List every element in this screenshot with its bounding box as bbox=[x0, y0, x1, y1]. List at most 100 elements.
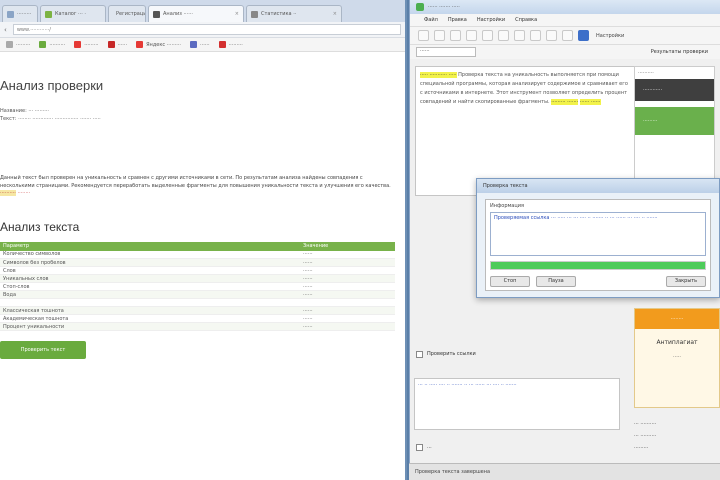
browser-tab[interactable]: Регистрация ··· × bbox=[108, 5, 146, 22]
dialog-title: Проверка текста bbox=[477, 179, 719, 193]
settings-icon[interactable] bbox=[578, 30, 589, 41]
bookmark-icon bbox=[39, 41, 47, 48]
browser-tab[interactable]: Статистика ·· × bbox=[246, 5, 342, 22]
table-cell: Академическая тошнота bbox=[0, 314, 300, 323]
bookmark-item[interactable]: ········· bbox=[218, 41, 243, 48]
side-panel: ·········· ············ ········· bbox=[634, 66, 715, 194]
table-cell bbox=[300, 298, 395, 307]
menu-item[interactable]: Правка bbox=[448, 17, 467, 23]
search-icon[interactable] bbox=[562, 30, 573, 41]
url-input[interactable]: www.············/ bbox=[12, 24, 401, 35]
browser-tab[interactable]: Каталог ··· · bbox=[40, 5, 106, 22]
table-cell bbox=[0, 298, 300, 307]
bookmark-item[interactable]: ········· bbox=[6, 41, 30, 48]
close-icon[interactable]: × bbox=[235, 11, 239, 22]
redo-icon[interactable] bbox=[530, 30, 541, 41]
browser-tab[interactable]: ········· bbox=[2, 5, 38, 22]
stats-table: Параметр Значение Количество символов ···… bbox=[0, 241, 395, 331]
mode-select[interactable]: ······ bbox=[416, 47, 476, 57]
tab-label: Анализ ······ bbox=[163, 11, 193, 17]
table-cell: Количество символов bbox=[0, 250, 300, 259]
bookmark-icon bbox=[190, 41, 198, 48]
table-row: Академическая тошнота ······ bbox=[0, 314, 395, 323]
list-item[interactable]: ········· bbox=[634, 442, 720, 454]
meta-line: Название: ··· ········· bbox=[0, 108, 50, 114]
menu-item[interactable]: Настройки bbox=[477, 17, 505, 23]
app-logo-icon bbox=[416, 3, 424, 11]
print-icon[interactable] bbox=[546, 30, 557, 41]
tab-label: ········· bbox=[17, 11, 32, 17]
list-item[interactable]: ··· ·········· bbox=[634, 430, 720, 442]
bookmark-label: Яндекс ········· bbox=[146, 41, 182, 48]
table-cell: Вода bbox=[0, 290, 300, 299]
promo-box: ········ Антиплагиат ····· bbox=[634, 308, 720, 408]
table-cell: ······ bbox=[300, 282, 395, 291]
check-text-button[interactable]: Проверить текст bbox=[0, 341, 86, 359]
bookmark-item[interactable]: ······ bbox=[107, 41, 127, 48]
results-tab[interactable]: Результаты проверки bbox=[651, 49, 708, 55]
open-file-icon[interactable] bbox=[434, 30, 445, 41]
check-links-checkbox[interactable] bbox=[416, 350, 423, 358]
bookmark-item[interactable]: ········· bbox=[74, 41, 99, 48]
green-banner[interactable]: ········· bbox=[635, 107, 714, 135]
promo-date: ····· bbox=[673, 354, 681, 360]
table-cell: Символов без пробелов bbox=[0, 258, 300, 267]
bookmark-label: ········· bbox=[84, 41, 99, 48]
table-cell: ······ bbox=[300, 258, 395, 267]
table-header: Значение bbox=[300, 241, 395, 251]
table-cell: ······ bbox=[300, 266, 395, 275]
progress-bar bbox=[490, 261, 706, 270]
copy-icon[interactable] bbox=[482, 30, 493, 41]
meta-line: Текст: ········ ············· ··········… bbox=[0, 116, 101, 122]
list-item[interactable]: ··· ·········· bbox=[634, 418, 720, 430]
back-arrow-icon[interactable]: ‹ bbox=[4, 26, 7, 34]
menu-bar: Файл Правка Настройки Справка bbox=[410, 14, 720, 27]
bookmark-item[interactable]: ·········· bbox=[39, 41, 65, 48]
bookmark-icon bbox=[74, 41, 82, 48]
cut-icon[interactable] bbox=[466, 30, 477, 41]
analysis-paragraph: Данный текст был проверен на уникальност… bbox=[0, 175, 395, 198]
close-button[interactable]: Закрыть bbox=[666, 276, 706, 287]
tab-label: Каталог ··· · bbox=[55, 11, 87, 17]
browser-tab-strip: ········· Каталог ··· · Регистрация ··· … bbox=[0, 0, 405, 22]
paste-icon[interactable] bbox=[498, 30, 509, 41]
bookmarks-bar: ········· ·········· ········· ······ Ян… bbox=[0, 38, 405, 52]
table-cell: Уникальных слов bbox=[0, 274, 300, 283]
pause-button[interactable]: Пауза bbox=[536, 276, 576, 287]
browser-tab-active[interactable]: Анализ ······ × bbox=[148, 5, 244, 22]
bookmark-icon bbox=[136, 41, 144, 48]
table-cell: ······ bbox=[300, 306, 395, 315]
paragraph-text: Данный текст был проверен на уникальност… bbox=[0, 175, 391, 189]
bookmark-icon bbox=[107, 41, 115, 48]
status-bar: Проверка текста завершена bbox=[409, 463, 720, 480]
table-cell: ······ bbox=[300, 314, 395, 323]
dark-banner[interactable]: ············ bbox=[635, 79, 714, 101]
table-cell: Стоп-слов bbox=[0, 282, 300, 291]
text-editor[interactable]: ····· ··········· ····· Проверка текста … bbox=[415, 66, 637, 196]
browser-window: ········· Каталог ··· · Регистрация ··· … bbox=[0, 0, 407, 480]
lower-checkbox[interactable] bbox=[416, 444, 423, 451]
bookmark-item[interactable]: Яндекс ········· bbox=[136, 41, 181, 48]
table-row: Вода ······ bbox=[0, 290, 395, 299]
promo-head[interactable]: ········ bbox=[635, 309, 719, 329]
table-cell: ······ bbox=[300, 322, 395, 331]
section-title: Анализ текста bbox=[0, 219, 80, 234]
checkbox-label: Проверить ссылки bbox=[427, 351, 476, 357]
undo-icon[interactable] bbox=[514, 30, 525, 41]
close-icon[interactable]: × bbox=[333, 11, 337, 22]
highlight-fragment: ········· ······· bbox=[551, 99, 579, 105]
table-row: Стоп-слов ······ bbox=[0, 282, 395, 291]
new-file-icon[interactable] bbox=[418, 30, 429, 41]
promo-title: Антиплагиат bbox=[656, 339, 698, 346]
menu-item[interactable]: Файл bbox=[424, 17, 438, 23]
stop-button[interactable]: Стоп bbox=[490, 276, 530, 287]
bookmark-icon bbox=[6, 41, 13, 48]
page-title: Анализ проверки bbox=[0, 78, 104, 93]
bookmark-item[interactable]: ······ bbox=[190, 41, 210, 48]
menu-item[interactable]: Справка bbox=[515, 17, 537, 23]
table-row: Слов ······ bbox=[0, 266, 395, 275]
save-icon[interactable] bbox=[450, 30, 461, 41]
dialog-label: Информация bbox=[490, 203, 525, 209]
bookmark-label: ········· bbox=[16, 41, 31, 48]
paragraph-highlight: ·········· bbox=[0, 190, 16, 196]
